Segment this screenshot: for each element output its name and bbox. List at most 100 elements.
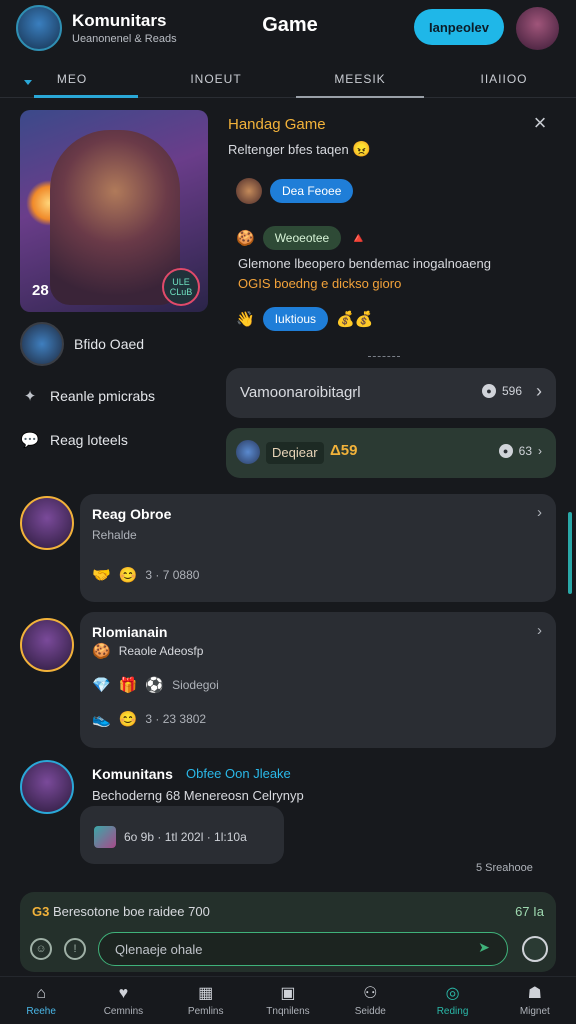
stats-panel-title: Vamoonaroibitagrl (240, 384, 361, 401)
home-icon: ⌂ (36, 984, 46, 1002)
chevron-right-icon[interactable]: › (537, 504, 542, 521)
shoe-icon: 👟 (92, 711, 111, 728)
eye-icon: ● (481, 384, 496, 398)
post-author-2: Rlomianain (92, 624, 168, 640)
tab-3[interactable]: MEESIK (288, 60, 432, 98)
bag-icon: 💰💰 (336, 311, 374, 328)
profile-label: Bfido Oaed (74, 336, 145, 352)
game-subtitle: Reltenger bfes taqen 😠 (228, 141, 372, 158)
post-subtitle-1: Rehalde (92, 528, 137, 542)
tag-chip-3[interactable]: Iuktious (262, 307, 329, 331)
mini-avatar (236, 178, 262, 204)
puzzle-icon: ✦ (23, 388, 37, 405)
gift-icon: 🎁 (118, 677, 138, 694)
post-avatar-1[interactable] (20, 496, 74, 550)
chip-row-3: 👋 Iuktious 💰💰 (236, 307, 373, 331)
nav-item-2[interactable]: ♥ Cemnins (82, 977, 164, 1024)
triangle-icon: 🔺 (349, 230, 368, 247)
tag-chip-2[interactable]: Weoeotee (262, 226, 342, 250)
smile-icon: 😊 (118, 567, 138, 584)
game-art-number: 28 (32, 282, 49, 299)
chevron-right-icon: › (536, 381, 542, 401)
game-description: Glemone lbeopero bendemac inogalnoaeng (238, 256, 491, 271)
cookie-icon: 🍪 (236, 230, 255, 247)
game-icon: ◎ (445, 984, 460, 1002)
brand-subtitle: Ueanonenel & Reads (72, 33, 177, 45)
reaction-icon: 🍪 (92, 643, 111, 660)
menu-item-2-label: Reag loteels (50, 432, 128, 448)
scrollbar[interactable] (568, 512, 572, 594)
chevron-right-icon[interactable]: › (537, 622, 542, 639)
post-line-2: 🍪 Reaole Adeosfp (92, 643, 204, 660)
attachment-bubble[interactable]: 6o 9b · 1tl 202l · 1l:10a (80, 806, 284, 864)
divider (368, 356, 400, 357)
tab-4[interactable]: IIAIIOO (432, 60, 576, 97)
gem-icon: 💎 (92, 677, 111, 694)
game-description-2: OGIS boedng e dickso gioro (238, 276, 402, 291)
ball-icon: ⚽ (145, 677, 165, 694)
menu-item-1[interactable]: ✦ Reanle pmicrabs (20, 386, 155, 406)
community-avatar[interactable] (16, 5, 62, 51)
menu-item-2[interactable]: 💬 Reag loteels (20, 430, 128, 450)
bottom-nav: ⌂ Reehe ♥ Cemnins ▦ Pemlins ▣ Tnqnilens ⚇ Sei… (0, 976, 576, 1024)
heart-icon: ♥ (118, 984, 129, 1002)
eye-icon: ● (498, 444, 513, 458)
tag-chip-1[interactable]: Dea Feoee (270, 179, 354, 203)
reward-gold: Δ59 (330, 442, 358, 459)
footnote: 5 Sreahooe (476, 862, 533, 874)
post-meta-2b: 👟 😊 3 · 23 3802 (92, 711, 207, 728)
smile-icon: 😊 (118, 711, 138, 728)
post-meta-2a: 💎 🎁 ⚽ Siodegoi (92, 677, 219, 694)
post-body-3: Bechoderng 68 Menereosn Celrynyp (92, 788, 304, 803)
tab-1[interactable]: MEO (0, 60, 144, 98)
close-icon[interactable]: × (530, 112, 550, 134)
post-author-3: Komunitans (92, 766, 173, 782)
send-icon[interactable]: ➤ (474, 939, 494, 959)
profile-icon: ☗ (527, 984, 542, 1002)
brand-title: Komunitars (72, 11, 167, 30)
post-author-1: Reag Obroe (92, 506, 172, 522)
page-title: Game (262, 14, 318, 36)
chip-row-2: 🍪 Weoeotee 🔺 (236, 226, 368, 250)
reward-panel[interactable]: Deqiear Δ59 ● 63 › (226, 428, 556, 478)
hand-icon: 👋 (236, 311, 255, 328)
tab-2[interactable]: INOEUT (144, 60, 288, 97)
reward-count: ● 63 › (498, 444, 542, 458)
post-card-1[interactable]: Reag Obroe Rehalde › 🤝 😊 3 · 7 0880 (80, 494, 556, 602)
menu-item-1-label: Reanle pmicrabs (50, 388, 156, 404)
composer: G3 Beresotone boe raidee 700 67 Ia ☺ ! ➤ (20, 892, 556, 972)
nav-item-5[interactable]: ⚇ Seidde (329, 977, 411, 1024)
post-card-2[interactable]: Rlomianain › 🍪 Reaole Adeosfp 💎 🎁 ⚽ Siod… (80, 612, 556, 748)
post-meta-1: 🤝 😊 3 · 7 0880 (92, 567, 200, 584)
brand-block: Komunitars Ueanonenel & Reads (72, 11, 177, 45)
nav-item-6[interactable]: ◎ Reding (411, 977, 493, 1024)
reward-avatar (236, 440, 260, 464)
app-root: Komunitars Ueanonenel & Reads Game Ianpe… (0, 0, 576, 1024)
post-avatar-2[interactable] (20, 618, 74, 672)
chip-row-1: Dea Feoee (236, 178, 354, 204)
tab-bar: MEO INOEUT MEESIK IIAIIOO (0, 60, 576, 98)
profile-avatar (20, 322, 64, 366)
post-avatar-3[interactable] (20, 760, 74, 814)
info-icon[interactable]: ! (64, 938, 86, 960)
hero-figure (50, 130, 180, 305)
user-avatar[interactable] (516, 7, 559, 50)
nav-item-4[interactable]: ▣ Tnqnilens (247, 977, 329, 1024)
chat-icon: 💬 (20, 432, 40, 449)
game-title[interactable]: Handag Game (228, 116, 326, 133)
header-action-button[interactable]: Ianpeolev (414, 9, 504, 45)
emoji-icon: 😠 (352, 141, 372, 158)
profile-row[interactable]: Bfido Oaed (20, 322, 144, 366)
stats-panel[interactable]: Vamoonaroibitagrl ● 596 › (226, 368, 556, 418)
message-input[interactable] (98, 932, 508, 966)
emoji-picker-icon[interactable]: ☺ (30, 938, 52, 960)
nav-item-1[interactable]: ⌂ Reehe (0, 977, 82, 1024)
post-tag-3[interactable]: Obfee Oon Jleake (186, 766, 291, 781)
nav-item-3[interactable]: ▦ Pemlins (165, 977, 247, 1024)
nav-item-7[interactable]: ☗ Mignet (494, 977, 576, 1024)
attachment-meta: 6o 9b · 1tl 202l · 1l:10a (94, 826, 247, 848)
game-cover-image[interactable]: 28 ULE CLuB (20, 110, 208, 312)
composer-count: 67 Ia (515, 904, 544, 919)
game-art-badge: ULE CLuB (162, 268, 200, 306)
settings-icon[interactable] (522, 936, 548, 962)
